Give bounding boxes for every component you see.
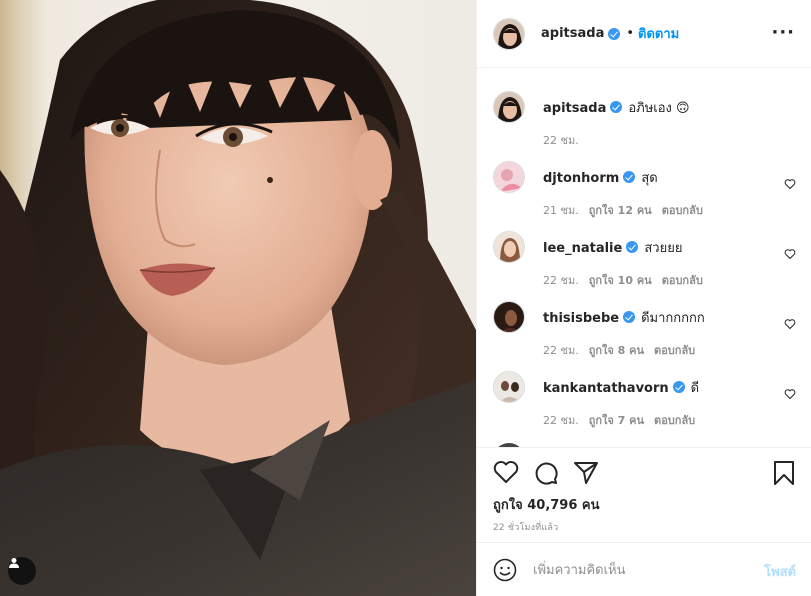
comment-likes[interactable]: ถูกใจ 12 คน xyxy=(589,204,652,217)
reply-button[interactable]: ตอบกลับ xyxy=(662,274,703,287)
commenter-avatar[interactable] xyxy=(493,231,525,263)
caption-username[interactable]: apitsada xyxy=(543,101,606,116)
post-actions: ถูกใจ 40,796 คน 22 ชั่วโมงที่แล้ว xyxy=(477,447,811,542)
comment-likes[interactable]: ถูกใจ 7 คน xyxy=(589,414,644,427)
user-tag-icon[interactable] xyxy=(8,557,36,585)
comment-time[interactable]: 22 ชม. xyxy=(543,414,579,427)
comment-username[interactable]: lee_natalie xyxy=(543,241,622,256)
comment-text: สวยยย xyxy=(644,241,683,256)
verified-badge-icon xyxy=(610,101,623,113)
verified-badge-icon xyxy=(672,381,685,393)
caption-time[interactable]: 22 ชม. xyxy=(543,134,579,147)
reply-button[interactable]: ตอบกลับ xyxy=(662,204,703,217)
verified-badge-icon xyxy=(608,27,621,40)
author-username[interactable]: apitsada xyxy=(541,26,604,41)
post-details-panel: apitsada • ติดตาม ··· apitsada อภิษเอง 🙃 … xyxy=(476,0,811,596)
commenter-avatar[interactable] xyxy=(493,371,525,403)
heart-icon[interactable] xyxy=(784,245,796,264)
comment-icon[interactable] xyxy=(533,460,559,490)
post-timestamp[interactable]: 22 ชั่วโมงที่แล้ว xyxy=(493,520,558,534)
heart-icon[interactable] xyxy=(784,315,796,334)
comment-time[interactable]: 22 ชม. xyxy=(543,274,579,287)
comment-username[interactable]: kankantathavorn xyxy=(543,381,669,396)
reply-button[interactable]: ตอบกลับ xyxy=(654,414,695,427)
likes-count[interactable]: ถูกใจ 40,796 คน xyxy=(493,494,600,515)
commenter-avatar[interactable] xyxy=(493,301,525,333)
comment-username[interactable]: thisisbebe xyxy=(543,311,619,326)
post-header: apitsada • ติดตาม ··· xyxy=(477,0,811,68)
comment-text: สุด xyxy=(641,171,658,186)
follow-button[interactable]: ติดตาม xyxy=(638,23,679,44)
verified-badge-icon xyxy=(623,311,636,323)
comments-list[interactable]: apitsada อภิษเอง 🙃 22 ชม. djtonhorm สุด 21… xyxy=(477,69,811,447)
caption-text: อภิษเอง 🙃 xyxy=(628,101,690,116)
comment-time[interactable]: 21 ชม. xyxy=(543,204,579,217)
post-photo[interactable] xyxy=(0,0,476,596)
more-options-icon[interactable]: ··· xyxy=(771,24,795,42)
verified-badge-icon xyxy=(623,171,636,183)
bookmark-icon[interactable] xyxy=(772,460,796,490)
commenter-avatar[interactable] xyxy=(493,161,525,193)
separator-dot: • xyxy=(626,26,635,41)
emoji-icon[interactable] xyxy=(493,558,517,586)
comment-input[interactable] xyxy=(533,555,743,585)
comment-text: ดี xyxy=(690,381,700,396)
add-comment-section: โพสต์ xyxy=(477,542,811,596)
comment-username[interactable]: djtonhorm xyxy=(543,171,619,186)
heart-icon[interactable] xyxy=(784,385,796,404)
caption-avatar[interactable] xyxy=(493,91,525,123)
comment-time[interactable]: 22 ชม. xyxy=(543,344,579,357)
paper-plane-icon[interactable] xyxy=(573,460,599,490)
portrait-image xyxy=(0,0,476,596)
comment-likes[interactable]: ถูกใจ 10 คน xyxy=(589,274,652,287)
heart-icon[interactable] xyxy=(493,460,519,488)
reply-button[interactable]: ตอบกลับ xyxy=(654,344,695,357)
author-avatar[interactable] xyxy=(493,17,525,50)
verified-badge-icon xyxy=(626,241,639,253)
comment-text: ดีมากกกกก xyxy=(641,311,705,326)
comment-likes[interactable]: ถูกใจ 8 คน xyxy=(589,344,644,357)
heart-icon[interactable] xyxy=(784,175,796,194)
post-comment-button[interactable]: โพสต์ xyxy=(764,561,796,582)
